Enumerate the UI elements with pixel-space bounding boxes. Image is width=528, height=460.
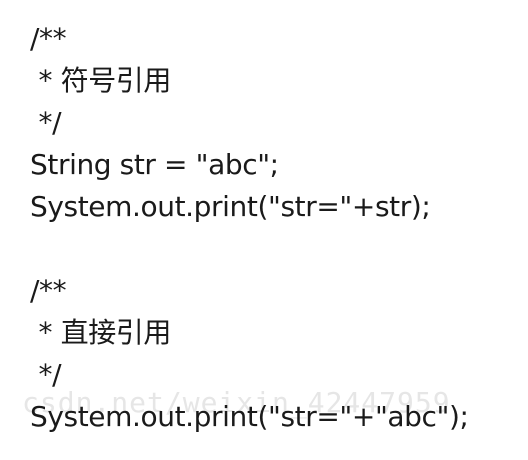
comment-open-2: /**: [30, 274, 67, 307]
comment-open-1: /**: [30, 22, 67, 55]
comment-close-1: */: [30, 106, 62, 139]
code-line-print-literal: System.out.print("str="+"abc");: [30, 400, 469, 433]
comment-symbol-ref: * 符号引用: [30, 64, 172, 97]
code-line-print-var: System.out.print("str="+str);: [30, 190, 431, 223]
comment-close-2: */: [30, 358, 62, 391]
code-snippet: csdn.net/weixin_42447959 /** * 符号引用 */ S…: [0, 0, 528, 460]
comment-direct-ref: * 直接引用: [30, 316, 172, 349]
code-line-string-decl: String str = "abc";: [30, 148, 279, 181]
